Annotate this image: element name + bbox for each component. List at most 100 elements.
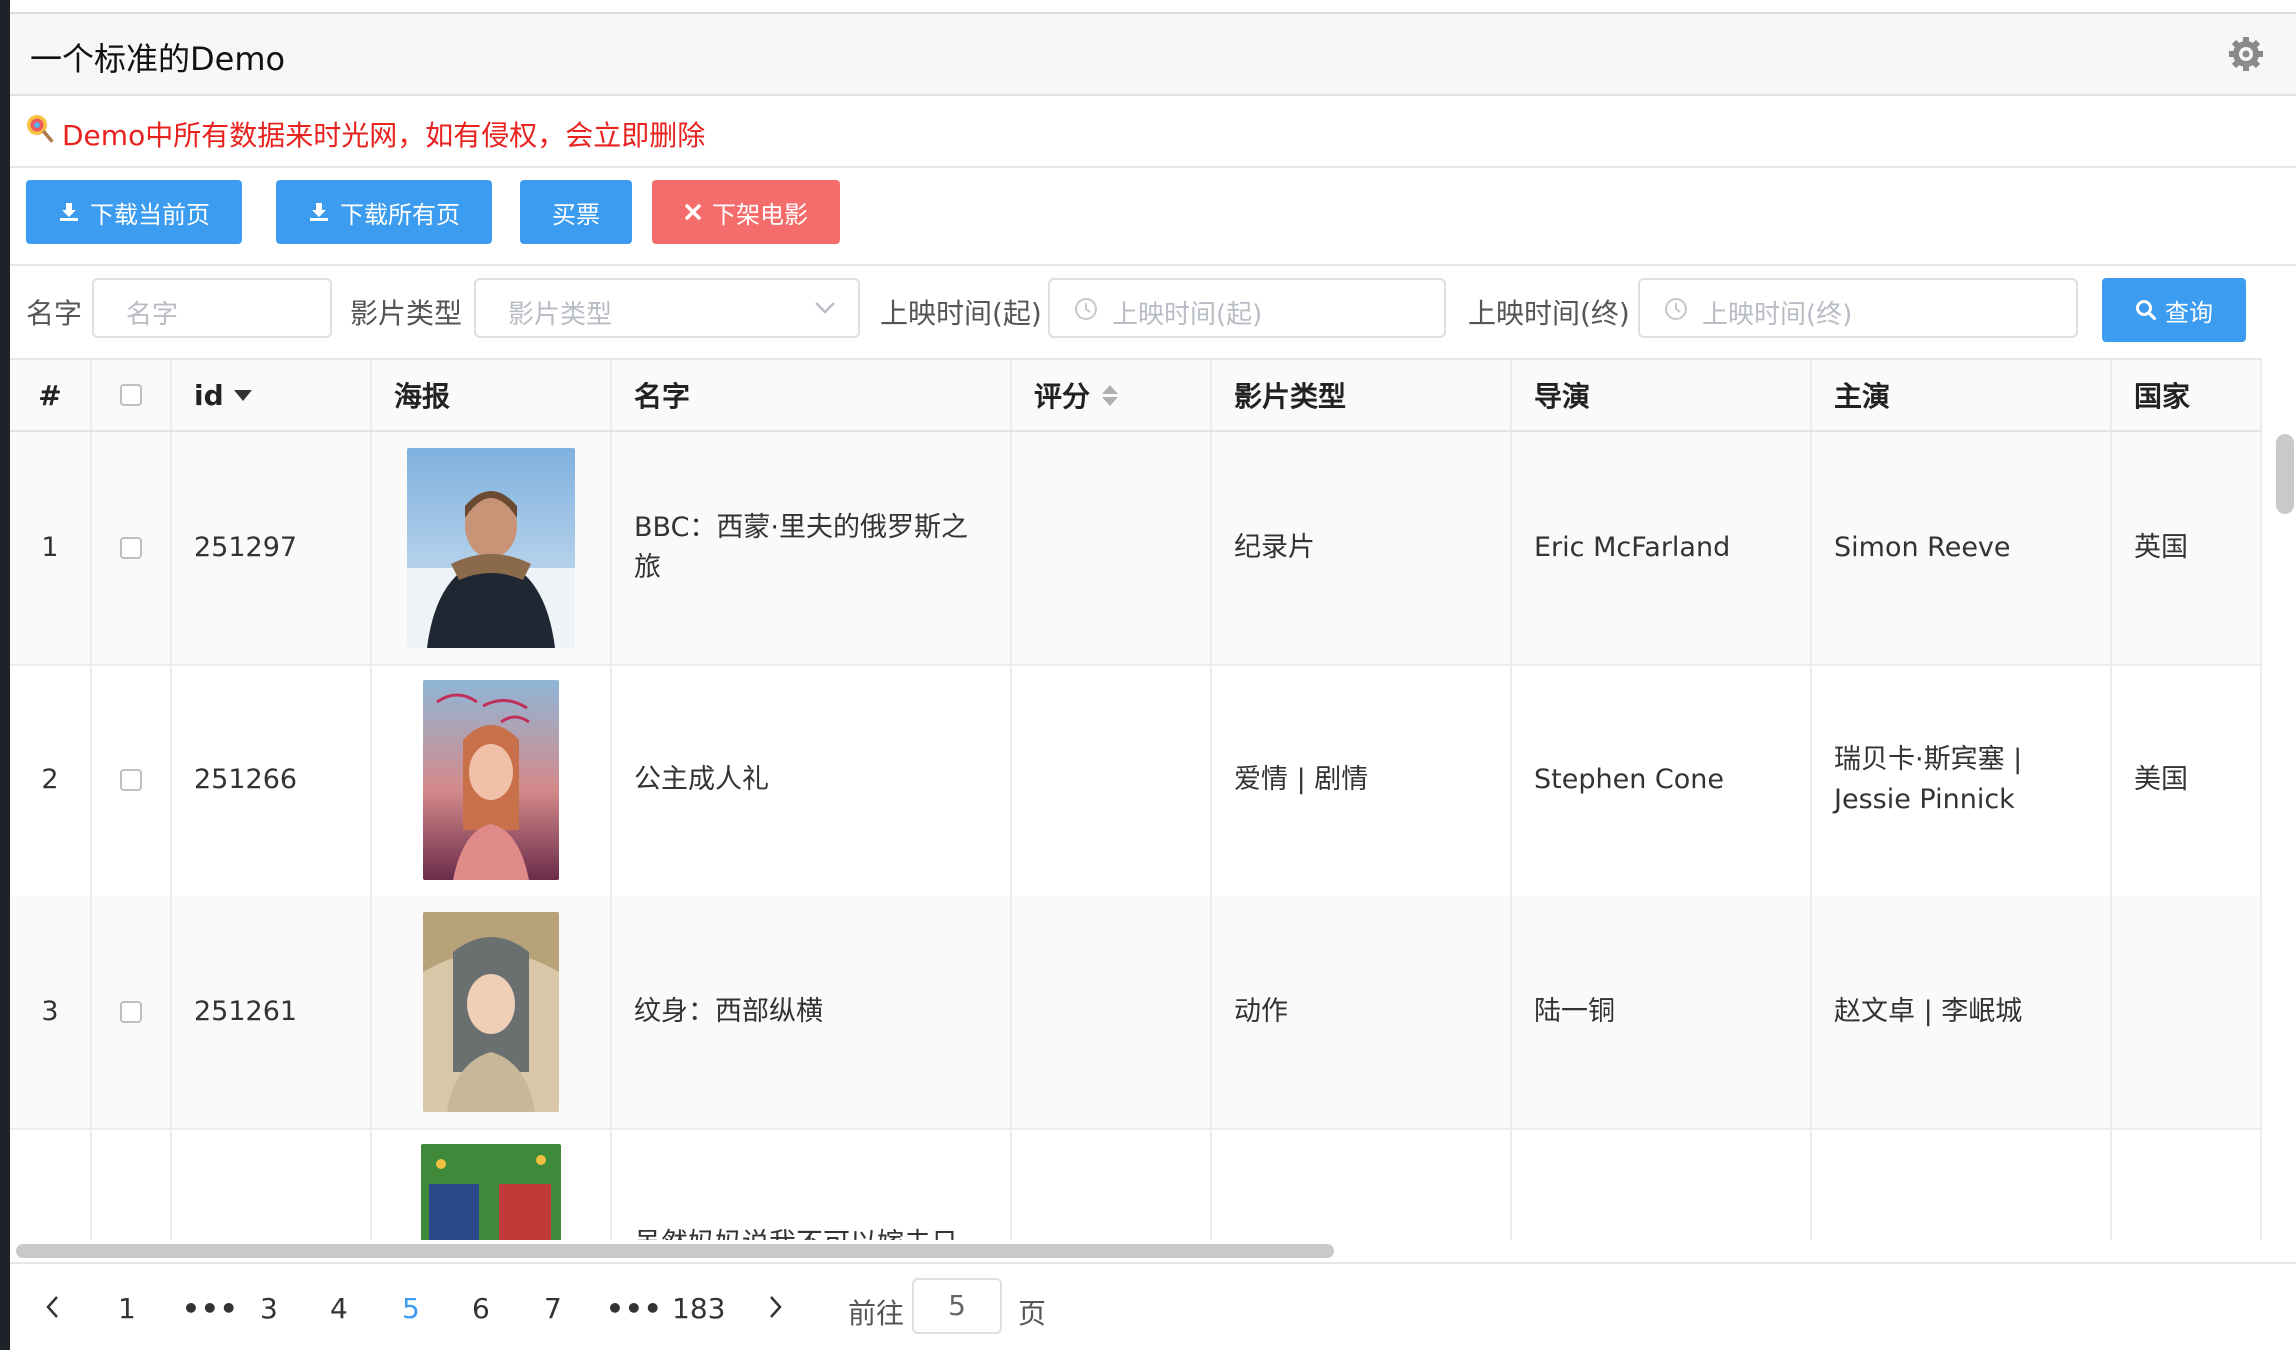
top-divider — [10, 0, 2296, 14]
name-input-placeholder: 名字 — [126, 300, 179, 330]
row-poster — [372, 432, 612, 664]
row-checkbox[interactable] — [120, 769, 142, 791]
name-input[interactable]: 名字 — [92, 278, 332, 338]
page-3[interactable]: 3 — [260, 1292, 278, 1325]
horizontal-scrollbar-track — [10, 1240, 2280, 1260]
chevron-left-icon[interactable] — [44, 1294, 62, 1320]
row-checkbox[interactable] — [120, 537, 142, 559]
row-country — [2112, 896, 2262, 1128]
filter-bar: 名字 名字 影片类型 影片类型 上映时间(起) 上映时间(起) 上映时间(终) — [10, 266, 2296, 358]
download-icon — [310, 203, 328, 221]
lollipop-icon — [27, 115, 54, 143]
table-row[interactable]: 2 251266 公主成人礼 爱情 | 剧情 Stephen Cone 瑞贝卡·… — [10, 664, 2262, 898]
col-index: # — [10, 360, 92, 430]
page-6[interactable]: 6 — [472, 1292, 490, 1325]
row-id: 251266 — [172, 664, 372, 896]
page-ellipsis-prev[interactable]: ••• — [182, 1292, 239, 1325]
query-button[interactable]: 查询 — [2102, 278, 2246, 342]
col-country: 国家 — [2112, 360, 2262, 430]
buy-ticket-label: 买票 — [552, 200, 600, 229]
poster-image[interactable] — [407, 448, 575, 648]
row-director — [1512, 1128, 1812, 1240]
row-score — [1012, 432, 1212, 664]
close-icon — [685, 204, 701, 220]
poster-image[interactable] — [421, 1144, 561, 1240]
row-poster — [372, 896, 612, 1128]
search-icon — [2136, 300, 2157, 321]
remove-movie-button[interactable]: 下架电影 — [652, 180, 840, 244]
end-date-placeholder: 上映时间(终) — [1702, 300, 1853, 330]
row-select — [92, 432, 172, 664]
row-director: 陆一铜 — [1512, 896, 1812, 1128]
query-button-label: 查询 — [2165, 298, 2213, 327]
gear-icon[interactable] — [2228, 36, 2264, 72]
col-id-label: id — [194, 378, 224, 412]
sort-desc-icon — [233, 389, 252, 401]
row-poster — [372, 664, 612, 896]
clock-icon — [1075, 298, 1097, 320]
row-select — [92, 1128, 172, 1240]
horizontal-scrollbar[interactable] — [16, 1244, 1334, 1258]
name-filter-label: 名字 — [26, 297, 83, 330]
row-country: 美国 — [2112, 664, 2262, 896]
row-genre: 动作 — [1212, 896, 1512, 1128]
col-score[interactable]: 评分 — [1012, 360, 1212, 430]
notice-text: Demo中所有数据来时光网，如有侵权，会立即删除 — [62, 119, 706, 152]
row-country: 英国 — [2112, 432, 2262, 664]
row-index: 3 — [10, 896, 92, 1128]
start-date-input[interactable]: 上映时间(起) — [1048, 278, 1446, 338]
goto-prefix: 前往 — [848, 1297, 905, 1330]
row-score — [1012, 664, 1212, 896]
row-id: 251297 — [172, 432, 372, 664]
col-score-label: 评分 — [1034, 380, 1091, 413]
download-current-page-button[interactable]: 下载当前页 — [26, 180, 242, 244]
page-1[interactable]: 1 — [118, 1292, 136, 1325]
table-row[interactable]: 1 251297 BBC：西蒙·里夫的俄罗斯之旅 纪录片 Eric McFarl… — [10, 432, 2262, 666]
chevron-right-icon[interactable] — [766, 1294, 784, 1320]
clock-icon — [1665, 298, 1687, 320]
poster-image[interactable] — [423, 912, 559, 1112]
select-all-checkbox[interactable] — [120, 384, 142, 406]
row-country — [2112, 1128, 2262, 1240]
end-date-input[interactable]: 上映时间(终) — [1638, 278, 2078, 338]
row-genre — [1212, 1128, 1512, 1240]
row-genre: 爱情 | 剧情 — [1212, 664, 1512, 896]
col-actors: 主演 — [1812, 360, 2112, 430]
row-name: 纹身：西部纵横 — [612, 896, 1012, 1128]
download-all-label: 下载所有页 — [340, 200, 460, 229]
vertical-scrollbar[interactable] — [2276, 434, 2294, 514]
row-name: 虽然妈妈说我不可以嫁去日 — [612, 1128, 1012, 1240]
panel-header: 一个标准的Demo — [10, 14, 2296, 96]
buy-ticket-button[interactable]: 买票 — [520, 180, 632, 244]
action-toolbar: 下载当前页 下载所有页 买票 下架电影 — [10, 168, 2296, 266]
row-actors — [1812, 1128, 2112, 1240]
pagination: 1 ••• 3 4 5 6 7 ••• 183 前往 5 页 — [10, 1262, 2296, 1352]
poster-image[interactable] — [423, 680, 559, 880]
row-checkbox[interactable] — [120, 1001, 142, 1023]
col-director: 导演 — [1512, 360, 1812, 430]
page-7[interactable]: 7 — [544, 1292, 562, 1325]
col-poster: 海报 — [372, 360, 612, 430]
row-score — [1012, 1128, 1212, 1240]
page-title: 一个标准的Demo — [30, 40, 286, 78]
page-4[interactable]: 4 — [330, 1292, 348, 1325]
goto-page-input[interactable]: 5 — [912, 1278, 1002, 1334]
col-genre: 影片类型 — [1212, 360, 1512, 430]
col-id[interactable]: id — [172, 360, 372, 430]
download-icon — [60, 203, 78, 221]
page-ellipsis-next[interactable]: ••• — [606, 1292, 663, 1325]
notice-bar: Demo中所有数据来时光网，如有侵权，会立即删除 — [10, 96, 2296, 168]
genre-select[interactable]: 影片类型 — [474, 278, 860, 338]
table-row[interactable]: 虽然妈妈说我不可以嫁去日 — [10, 1128, 2262, 1240]
col-name: 名字 — [612, 360, 1012, 430]
row-director: Stephen Cone — [1512, 664, 1812, 896]
table-row[interactable]: 3 251261 纹身：西部纵横 动作 陆一铜 赵文卓 | 李岷城 — [10, 896, 2262, 1130]
row-index: 2 — [10, 664, 92, 896]
download-all-pages-button[interactable]: 下载所有页 — [276, 180, 492, 244]
chevron-down-icon — [815, 302, 835, 314]
page-183[interactable]: 183 — [672, 1292, 725, 1325]
demo-panel: 一个标准的Demo Demo中所有数据来时光网，如有侵权，会立即删除 下载当前页… — [10, 14, 2296, 1350]
download-current-label: 下载当前页 — [90, 200, 210, 229]
row-select — [92, 664, 172, 896]
page-5-current[interactable]: 5 — [402, 1292, 420, 1325]
